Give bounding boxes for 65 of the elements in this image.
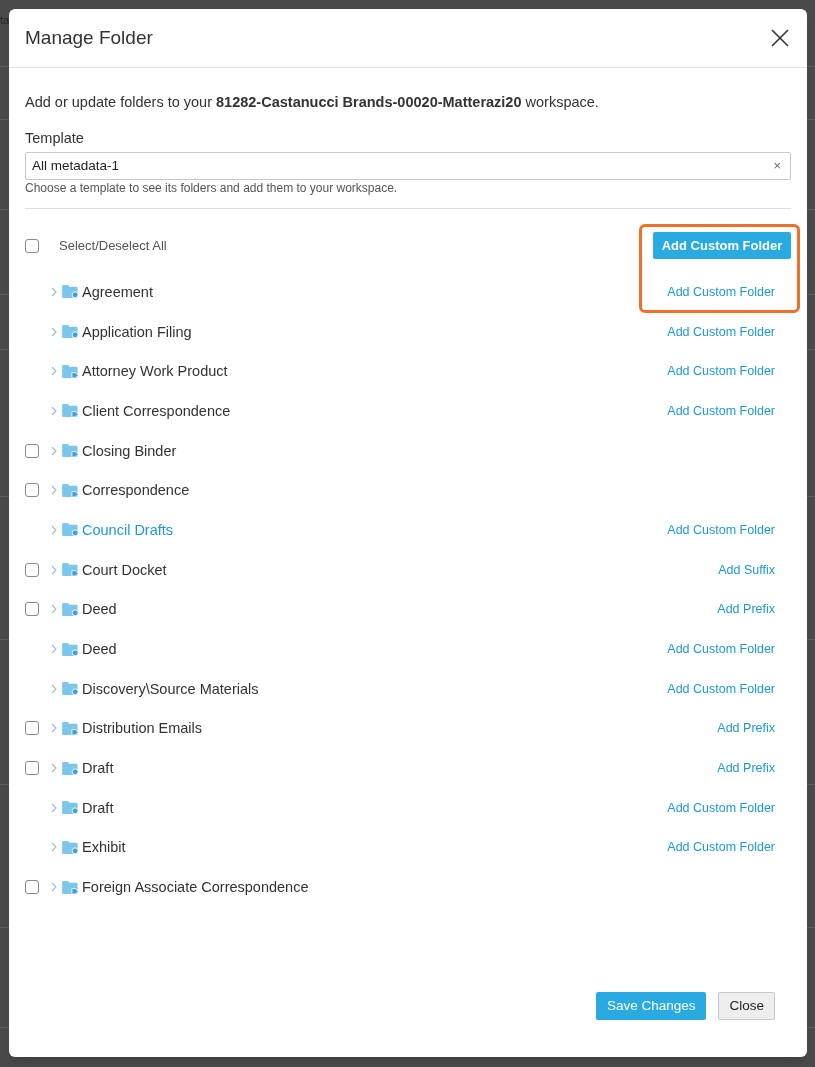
template-help: Choose a template to see its folders and add them to your workspace. bbox=[25, 180, 399, 196]
folder-badge-icon bbox=[62, 840, 79, 854]
chevron-right-icon[interactable] bbox=[51, 723, 57, 734]
folder-badge-icon bbox=[62, 801, 79, 815]
dialog-title: Manage Folder bbox=[25, 25, 153, 50]
folder-name[interactable]: Correspondence bbox=[82, 480, 190, 501]
checkbox[interactable] bbox=[25, 443, 39, 458]
folder-badge-icon bbox=[62, 285, 79, 299]
chevron-right-icon[interactable] bbox=[51, 604, 57, 615]
folder-badge-icon bbox=[62, 325, 79, 339]
chevron-right-icon[interactable] bbox=[51, 326, 57, 337]
clear-button[interactable]: × bbox=[773, 159, 781, 173]
folder-name[interactable]: Court Docket bbox=[82, 559, 167, 580]
chevron-right-icon[interactable] bbox=[51, 405, 57, 416]
template-value: All metadata-1 bbox=[32, 156, 120, 175]
chevron-right-icon[interactable] bbox=[51, 763, 57, 774]
folder-name[interactable]: Client Correspondence bbox=[82, 400, 231, 421]
chevron-right-icon[interactable] bbox=[51, 485, 57, 496]
chevron-right-icon[interactable] bbox=[51, 366, 57, 377]
checkbox[interactable] bbox=[25, 761, 39, 776]
folder-name[interactable]: Draft bbox=[82, 758, 114, 779]
folder-name[interactable]: Agreement bbox=[82, 281, 153, 302]
intro-text: Add or update folders to your 81282-Castanucci Brands-00020-Matterazi20 workspace. bbox=[25, 93, 600, 112]
folder-badge-icon bbox=[62, 602, 79, 616]
folder-name[interactable]: Discovery\Source Materials bbox=[82, 678, 259, 699]
checkbox[interactable] bbox=[25, 880, 39, 895]
checkbox[interactable] bbox=[25, 562, 39, 577]
folder-name[interactable]: Deed bbox=[82, 639, 117, 660]
template-select[interactable]: All metadata-1 × bbox=[25, 152, 791, 180]
folder-badge-icon bbox=[62, 682, 79, 696]
checkbox[interactable] bbox=[25, 721, 39, 736]
folder-badge-icon bbox=[62, 761, 79, 775]
tagged-folder-icon bbox=[62, 444, 79, 458]
checkbox[interactable] bbox=[25, 239, 39, 253]
folder-name[interactable]: Closing Binder bbox=[82, 440, 177, 461]
chevron-right-icon[interactable] bbox=[51, 564, 57, 575]
folder-name[interactable]: Application Filing bbox=[82, 321, 192, 342]
tagged-folder-icon bbox=[62, 880, 79, 894]
close-icon[interactable] bbox=[771, 29, 789, 47]
tagged-folder-icon bbox=[62, 721, 79, 735]
chevron-right-icon[interactable] bbox=[51, 802, 57, 813]
folder-badge-icon bbox=[62, 642, 79, 656]
folder-name[interactable]: Draft bbox=[82, 797, 114, 818]
tagged-folder-icon bbox=[62, 563, 79, 577]
folder-name[interactable]: Exhibit bbox=[82, 837, 126, 858]
tagged-folder-icon bbox=[62, 404, 79, 418]
chevron-right-icon[interactable] bbox=[51, 445, 57, 456]
folder-name[interactable]: Distribution Emails bbox=[82, 718, 203, 739]
tagged-folder-icon bbox=[62, 364, 79, 378]
checkbox[interactable] bbox=[25, 602, 39, 617]
folder-name[interactable]: Deed bbox=[82, 599, 117, 620]
chevron-right-icon[interactable] bbox=[51, 882, 57, 893]
chevron-right-icon[interactable] bbox=[51, 286, 57, 297]
template-label: Template bbox=[25, 129, 85, 148]
tagged-folder-icon bbox=[62, 483, 79, 497]
chevron-right-icon[interactable] bbox=[51, 644, 57, 655]
select-all-label[interactable]: Select/Deselect All bbox=[59, 238, 167, 254]
chevron-right-icon[interactable] bbox=[51, 683, 57, 694]
folder-badge-icon bbox=[62, 523, 79, 537]
chevron-right-icon[interactable] bbox=[51, 524, 57, 535]
close-button[interactable]: Close bbox=[718, 992, 775, 1020]
folder-name[interactable]: Foreign Associate Correspondence bbox=[82, 877, 309, 898]
folder-name[interactable]: Attorney Work Product bbox=[82, 361, 228, 382]
checkbox[interactable] bbox=[25, 483, 39, 498]
chevron-right-icon[interactable] bbox=[51, 842, 57, 853]
